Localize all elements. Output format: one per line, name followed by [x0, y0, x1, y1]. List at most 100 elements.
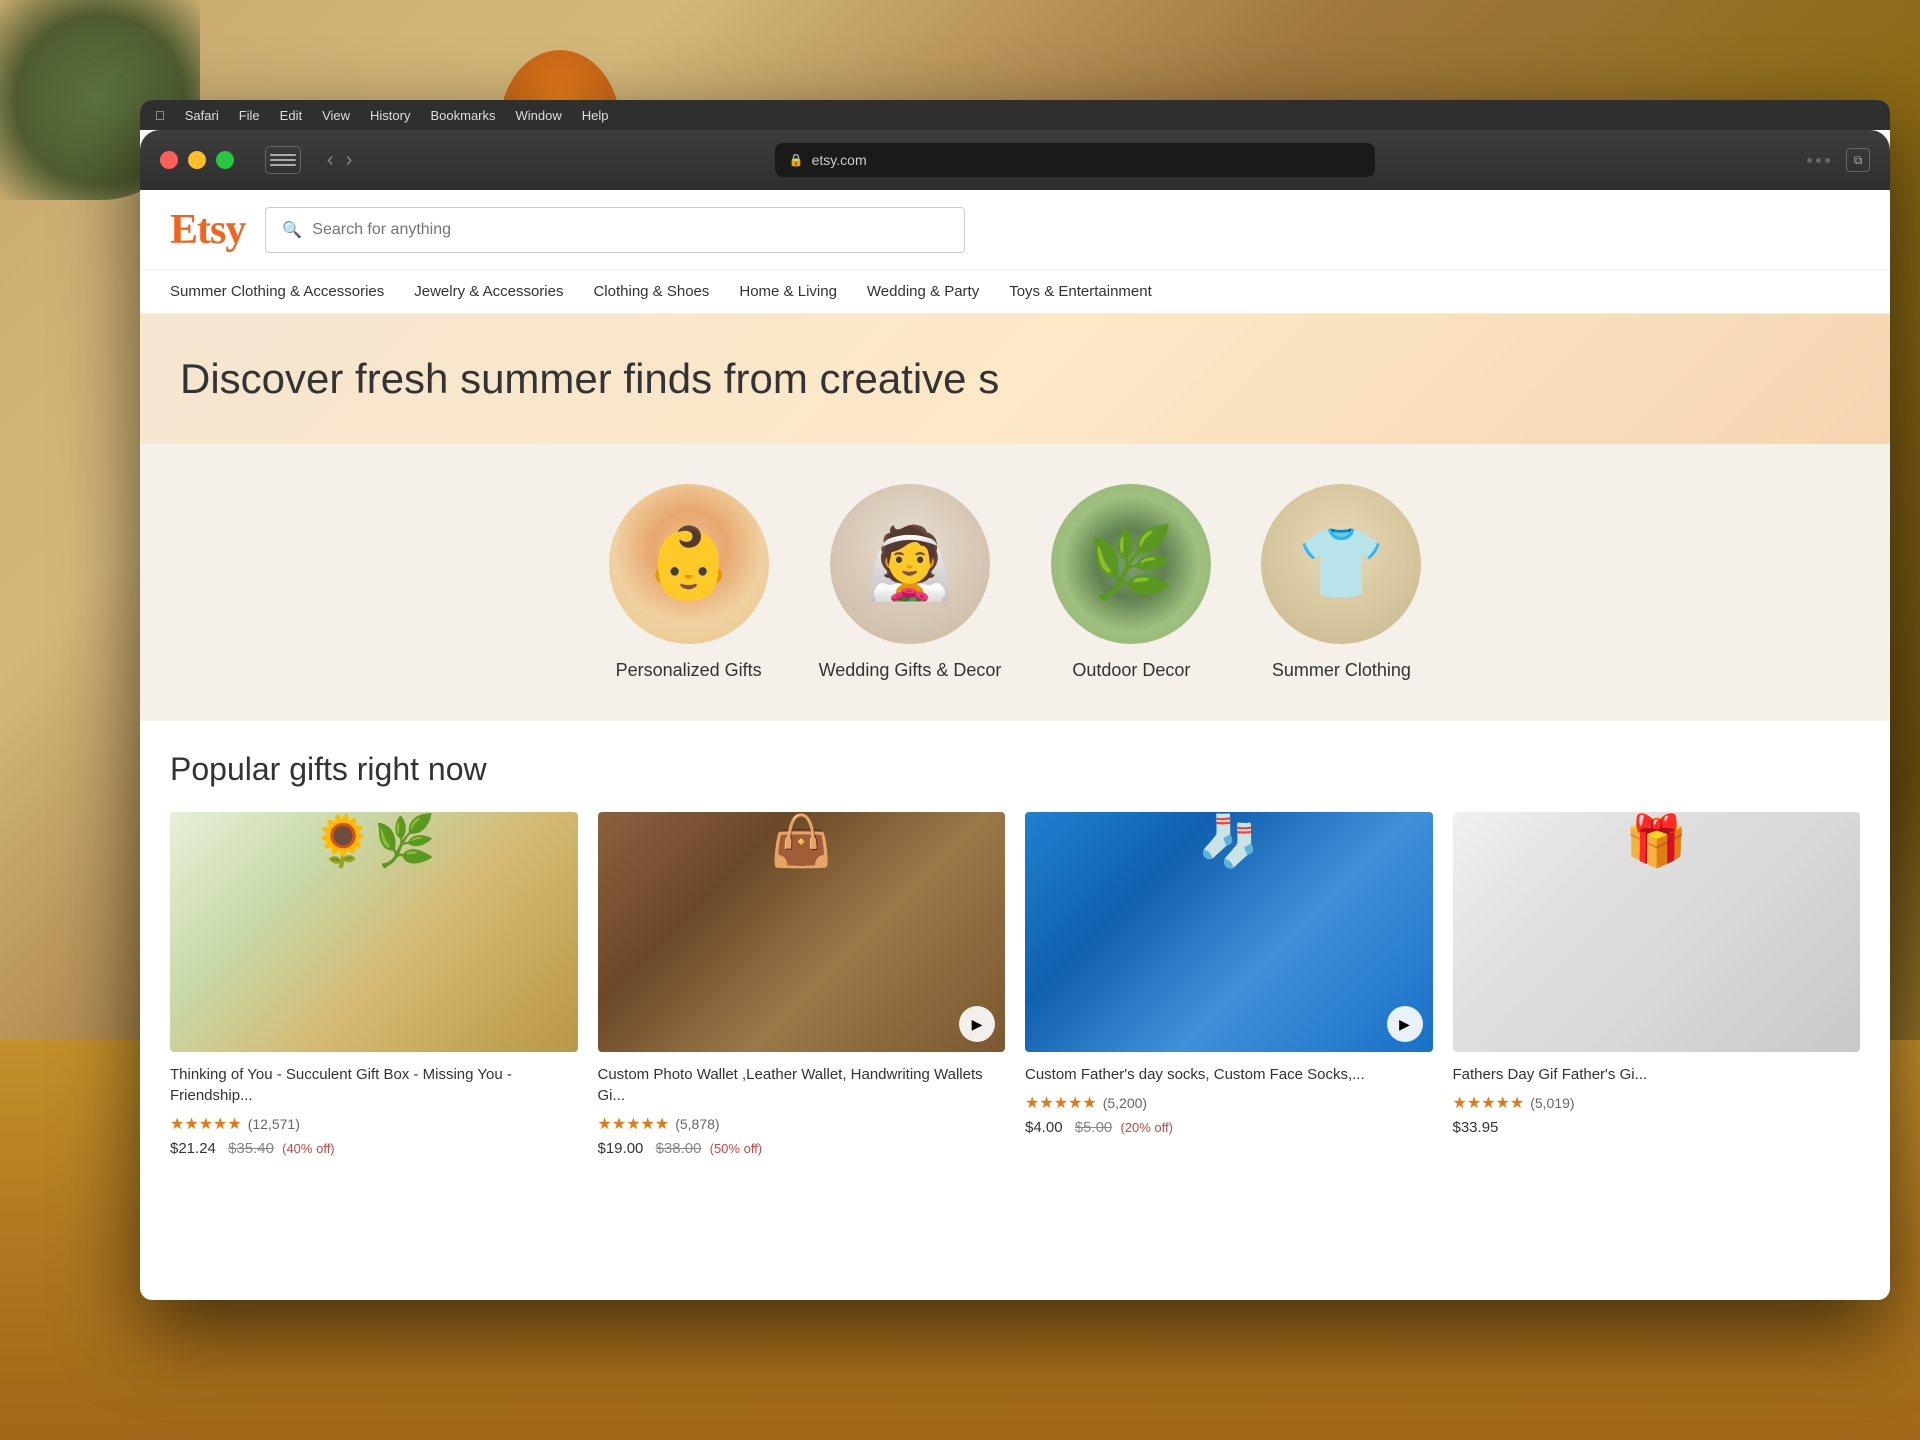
product-price-2: $19.00 $38.00 (50% off): [598, 1140, 1006, 1157]
price-current-3: $4.00: [1025, 1119, 1063, 1136]
product-rating-1: ★★★★★ (12,571): [170, 1114, 578, 1134]
products-grid: 🌻🌿 Thinking of You - Succulent Gift Box …: [170, 812, 1860, 1157]
categories-section: Personalized Gifts Wedding Gifts & Decor…: [140, 444, 1890, 721]
category-summer-label: Summer Clothing: [1272, 660, 1411, 681]
product-title-2: Custom Photo Wallet ,Leather Wallet, Han…: [598, 1064, 1006, 1106]
nav-link-home-living[interactable]: Home & Living: [739, 283, 837, 300]
window-menu[interactable]: Window: [516, 108, 562, 123]
review-count-1: (12,571): [248, 1116, 300, 1132]
stars-1: ★★★★★: [170, 1114, 242, 1134]
category-outdoor-image: [1051, 484, 1211, 644]
nav-link-clothing-shoes[interactable]: Clothing & Shoes: [593, 283, 709, 300]
category-personalized-image: [609, 484, 769, 644]
nav-link-jewelry[interactable]: Jewelry & Accessories: [414, 283, 563, 300]
nav-link-wedding-party[interactable]: Wedding & Party: [867, 283, 979, 300]
minimize-button[interactable]: [188, 151, 206, 169]
nav-link-summer-clothing[interactable]: Summer Clothing & Accessories: [170, 283, 384, 300]
browser-dots-menu[interactable]: [1807, 158, 1830, 163]
traffic-lights: [160, 151, 234, 169]
view-menu[interactable]: View: [322, 108, 350, 123]
price-original-1: $35.40: [228, 1140, 274, 1157]
tab-extension-icon[interactable]: ⧉: [1846, 148, 1870, 172]
lock-icon: 🔒: [789, 153, 804, 167]
product-img-emoji-4: 🎁: [1453, 812, 1861, 871]
help-menu[interactable]: Help: [582, 108, 609, 123]
hero-text: Discover fresh summer finds from creativ…: [180, 355, 999, 403]
category-personalized-gifts[interactable]: Personalized Gifts: [609, 484, 769, 681]
category-summer-image: [1261, 484, 1421, 644]
search-bar[interactable]: 🔍: [265, 207, 965, 253]
product-card-2[interactable]: 👜 ▶ Custom Photo Wallet ,Leather Wallet,…: [598, 812, 1006, 1157]
safari-menu[interactable]: Safari: [185, 108, 219, 123]
edit-menu[interactable]: Edit: [280, 108, 302, 123]
back-arrow-icon[interactable]: ‹: [327, 149, 334, 172]
category-outdoor-decor[interactable]: Outdoor Decor: [1051, 484, 1211, 681]
product-card-3[interactable]: 🧦 ▶ Custom Father's day socks, Custom Fa…: [1025, 812, 1433, 1157]
price-discount-3: (20% off): [1120, 1120, 1173, 1135]
product-rating-3: ★★★★★ (5,200): [1025, 1093, 1433, 1113]
category-summer-clothing[interactable]: Summer Clothing: [1261, 484, 1421, 681]
category-outdoor-label: Outdoor Decor: [1072, 660, 1190, 681]
product-card-1[interactable]: 🌻🌿 Thinking of You - Succulent Gift Box …: [170, 812, 578, 1157]
navigation-links: Summer Clothing & Accessories Jewelry & …: [140, 270, 1890, 314]
product-title-1: Thinking of You - Succulent Gift Box - M…: [170, 1064, 578, 1106]
product-image-3: 🧦 ▶: [1025, 812, 1433, 1052]
product-img-emoji-2: 👜: [598, 812, 1006, 871]
price-discount-1: (40% off): [282, 1141, 335, 1156]
browser-content: Etsy 🔍 Summer Clothing & Accessories Jew…: [140, 190, 1890, 1260]
product-price-1: $21.24 $35.40 (40% off): [170, 1140, 578, 1157]
apple-menu[interactable]: : [155, 108, 165, 123]
bookmarks-menu[interactable]: Bookmarks: [430, 108, 495, 123]
stars-4: ★★★★★: [1453, 1093, 1525, 1113]
search-icon: 🔍: [282, 220, 302, 240]
popular-gifts-title: Popular gifts right now: [170, 751, 1860, 788]
file-menu[interactable]: File: [239, 108, 260, 123]
product-image-4: 🎁: [1453, 812, 1861, 1052]
product-card-4[interactable]: 🎁 Fathers Day Gif Father's Gi... ★★★★★ (…: [1453, 812, 1861, 1157]
sidebar-toggle-line: [270, 164, 296, 166]
sidebar-toggle-button[interactable]: [265, 146, 301, 174]
close-button[interactable]: [160, 151, 178, 169]
screen-bezel:  Safari File Edit View History Bookmark…: [140, 100, 1890, 1300]
category-personalized-label: Personalized Gifts: [616, 660, 762, 681]
categories-grid: Personalized Gifts Wedding Gifts & Decor…: [609, 484, 1422, 681]
dot-1: [1807, 158, 1812, 163]
product-rating-2: ★★★★★ (5,878): [598, 1114, 1006, 1134]
maximize-button[interactable]: [216, 151, 234, 169]
review-count-4: (5,019): [1530, 1095, 1574, 1111]
product-img-emoji-1: 🌻🌿: [170, 812, 578, 871]
sidebar-toggle-line: [270, 154, 296, 156]
nav-link-toys[interactable]: Toys & Entertainment: [1009, 283, 1152, 300]
category-wedding-label: Wedding Gifts & Decor: [819, 660, 1002, 681]
search-input[interactable]: [312, 221, 948, 239]
forward-arrow-icon[interactable]: ›: [346, 149, 353, 172]
navigation-arrows: ‹ ›: [327, 149, 352, 172]
sidebar-toggle-line: [270, 159, 296, 161]
review-count-3: (5,200): [1103, 1095, 1147, 1111]
stars-2: ★★★★★: [598, 1114, 670, 1134]
price-current-4: $33.95: [1453, 1119, 1499, 1136]
hero-banner: Discover fresh summer finds from creativ…: [140, 314, 1890, 444]
product-title-4: Fathers Day Gif Father's Gi...: [1453, 1064, 1861, 1085]
price-discount-2: (50% off): [710, 1141, 763, 1156]
category-wedding-gifts[interactable]: Wedding Gifts & Decor: [819, 484, 1002, 681]
popular-gifts-section: Popular gifts right now 🌻🌿 Thinking of Y…: [140, 721, 1890, 1157]
product-title-3: Custom Father's day socks, Custom Face S…: [1025, 1064, 1433, 1085]
video-play-button-3[interactable]: ▶: [1387, 1006, 1423, 1042]
price-current-1: $21.24: [170, 1140, 216, 1157]
laptop-frame:  Safari File Edit View History Bookmark…: [140, 100, 1890, 1300]
review-count-2: (5,878): [675, 1116, 719, 1132]
category-wedding-image: [830, 484, 990, 644]
price-original-2: $38.00: [656, 1140, 702, 1157]
history-menu[interactable]: History: [370, 108, 410, 123]
stars-3: ★★★★★: [1025, 1093, 1097, 1113]
video-play-button-2[interactable]: ▶: [959, 1006, 995, 1042]
product-image-2: 👜 ▶: [598, 812, 1006, 1052]
product-price-3: $4.00 $5.00 (20% off): [1025, 1119, 1433, 1136]
price-original-3: $5.00: [1075, 1119, 1113, 1136]
dot-2: [1816, 158, 1821, 163]
dot-3: [1825, 158, 1830, 163]
product-img-emoji-3: 🧦: [1025, 812, 1433, 871]
etsy-logo[interactable]: Etsy: [170, 206, 245, 254]
url-bar[interactable]: 🔒 etsy.com: [775, 143, 1375, 177]
